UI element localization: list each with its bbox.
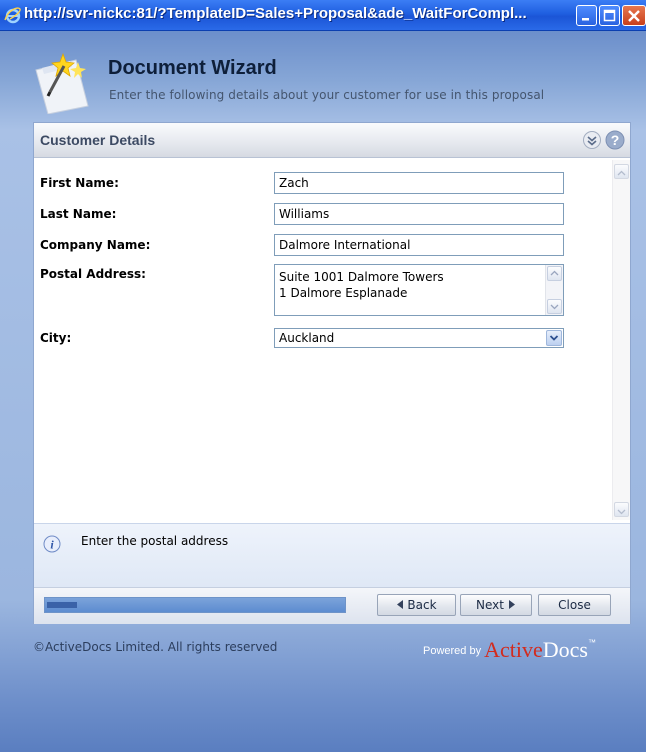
address-line-2: 1 Dalmore Esplanade (279, 286, 408, 300)
triangle-right-icon (508, 600, 515, 609)
wizard-footer-bar: Back Next Close (34, 587, 630, 624)
maximize-button[interactable] (599, 5, 620, 26)
minimize-icon (582, 18, 589, 21)
internet-explorer-icon (4, 6, 22, 24)
panel-header: Customer Details ? (34, 123, 630, 158)
copyright-text: ©ActiveDocs Limited. All rights reserved (33, 640, 278, 654)
city-dropdown[interactable]: Auckland (274, 328, 564, 348)
browser-title-bar[interactable]: http://svr-nickc:81/?TemplateID=Sales+Pr… (0, 0, 646, 31)
wizard-wand-icon (30, 52, 98, 115)
maximize-icon (603, 9, 616, 22)
wizard-subtitle: Enter the following details about your c… (109, 88, 545, 102)
help-button[interactable]: ? (605, 130, 625, 150)
form-scroll-down-button[interactable] (614, 502, 629, 517)
scroll-down-button[interactable] (547, 299, 562, 314)
company-name-label: Company Name: (40, 238, 151, 252)
question-mark-icon: ? (605, 130, 625, 150)
chevron-up-icon (617, 170, 626, 176)
form-scrollbar[interactable] (612, 160, 630, 520)
chevron-down-icon (550, 304, 559, 310)
powered-by-text: Powered by (423, 645, 482, 657)
address-scrollbar[interactable] (545, 265, 563, 315)
window-title: http://svr-nickc:81/?TemplateID=Sales+Pr… (24, 5, 527, 22)
company-name-field[interactable]: Dalmore International (274, 234, 564, 256)
progress-bar (44, 597, 346, 613)
info-icon: i (43, 535, 61, 557)
help-area: i Enter the postal address (34, 523, 630, 587)
help-text: Enter the postal address (81, 534, 229, 548)
close-button-label: Close (558, 598, 591, 612)
chevron-up-icon (550, 270, 559, 276)
powered-by-logo: Powered by ActiveDocs™ (423, 637, 596, 663)
chevron-down-icon (549, 335, 559, 341)
first-name-field[interactable]: Zach (274, 172, 564, 194)
close-button[interactable]: Close (538, 594, 611, 616)
form-scroll-up-button[interactable] (614, 164, 629, 179)
collapse-button[interactable] (582, 130, 602, 150)
next-button-label: Next (476, 598, 504, 612)
customer-details-panel: Customer Details ? First Name: Zach Last… (33, 122, 631, 624)
postal-address-field[interactable]: Suite 1001 Dalmore Towers 1 Dalmore Espl… (274, 264, 564, 316)
progress-fill (47, 602, 77, 608)
triangle-left-icon (397, 600, 404, 609)
close-icon (628, 10, 640, 22)
svg-text:?: ? (611, 132, 620, 148)
last-name-label: Last Name: (40, 207, 117, 221)
brand-active: Active (484, 637, 543, 662)
close-window-button[interactable] (622, 5, 646, 26)
scroll-up-button[interactable] (547, 266, 562, 281)
next-button[interactable]: Next (460, 594, 532, 616)
minimize-button[interactable] (576, 5, 597, 26)
wizard-title: Document Wizard (108, 57, 277, 79)
last-name-field[interactable]: Williams (274, 203, 564, 225)
back-button[interactable]: Back (377, 594, 456, 616)
double-chevron-down-icon (583, 131, 601, 149)
chevron-down-icon (617, 509, 626, 515)
back-button-label: Back (407, 598, 437, 612)
first-name-label: First Name: (40, 176, 119, 190)
city-label: City: (40, 331, 72, 345)
brand-docs: Docs (542, 637, 588, 662)
postal-address-label: Postal Address: (40, 267, 146, 281)
trademark-symbol: ™ (587, 638, 596, 647)
form-area: First Name: Zach Last Name: Williams Com… (34, 158, 630, 522)
address-line-1: Suite 1001 Dalmore Towers (279, 270, 444, 284)
panel-title: Customer Details (40, 132, 156, 148)
city-selected-value: Auckland (279, 331, 335, 345)
city-dropdown-button[interactable] (546, 330, 562, 346)
